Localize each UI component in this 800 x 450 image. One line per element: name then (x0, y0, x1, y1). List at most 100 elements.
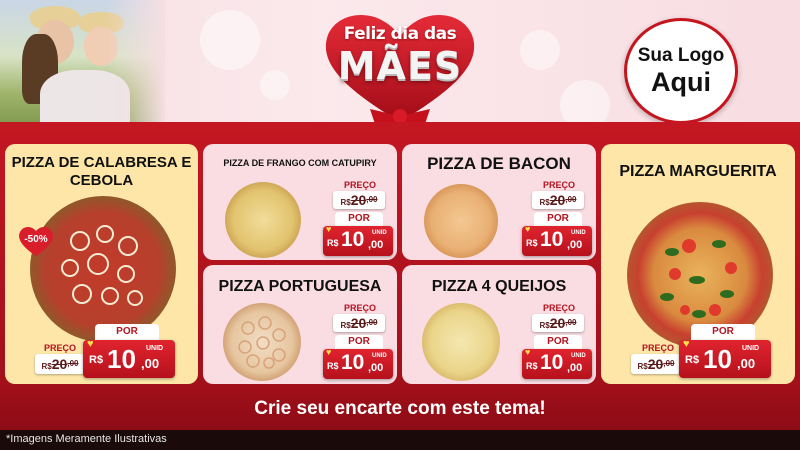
old-price-value: 20 (647, 356, 664, 372)
unit-label: UNID (742, 345, 760, 352)
photo-fade (105, 0, 165, 125)
old-price-label: PREÇO (542, 180, 575, 190)
old-price-currency: R$ (340, 198, 351, 207)
new-price-cents: ,00 (368, 239, 384, 251)
unit-label: UNID (571, 353, 586, 359)
product-card-4-queijos[interactable]: PIZZA 4 QUEIJOS PREÇO R$20,00 POR ♥ R$ 1… (402, 265, 596, 384)
new-price-tag: ♥ R$ 10 UNID ,00 (83, 338, 175, 378)
product-card-bacon[interactable]: PIZZA DE BACON PREÇO R$20,00 POR ♥ R$ 10… (402, 144, 596, 260)
logo-placeholder: Sua Logo Aqui (624, 18, 738, 124)
old-price-currency: R$ (41, 362, 52, 371)
unit-label: UNID (372, 230, 387, 236)
onion-rings-decoration (238, 316, 286, 369)
old-price: R$20,00 (333, 314, 385, 332)
product-name: PIZZA PORTUGUESA (218, 278, 382, 295)
new-price-label: POR (335, 335, 383, 349)
old-price: R$20,00 (631, 354, 681, 374)
new-price-value: 10 (540, 228, 564, 251)
title-line-1: Feliz dia das (343, 24, 457, 44)
product-name: PIZZA MARGUERITA (619, 163, 777, 180)
new-price-tag: ♥ R$ 10 UNID ,00 (323, 224, 393, 256)
new-price-value: 10 (341, 351, 365, 374)
product-card-calabresa[interactable]: PIZZA DE CALABRESA E CEBOLA -50% PREÇO R… (5, 144, 198, 384)
new-price-currency: R$ (327, 361, 339, 371)
unit-label: UNID (372, 353, 387, 359)
old-price: R$20,00 (532, 191, 584, 209)
pizza-image (223, 303, 301, 381)
new-price-cents: ,00 (567, 239, 583, 251)
old-price-label: PREÇO (43, 343, 76, 353)
old-price-value: 20 (51, 356, 68, 372)
pizza-image (225, 182, 301, 258)
new-price-cents: ,00 (368, 362, 384, 374)
old-price-cents: ,00 (366, 318, 378, 327)
logo-line-2: Aqui (651, 67, 711, 97)
pizza-image (424, 184, 498, 258)
new-price-currency: R$ (526, 238, 538, 248)
new-price-tag: ♥ R$ 10 UNID ,00 (679, 338, 771, 378)
new-price-cents: ,00 (141, 356, 160, 371)
old-price-label: PREÇO (343, 303, 376, 313)
new-price-currency: R$ (685, 354, 700, 366)
new-price-tag: ♥ R$ 10 UNID ,00 (522, 347, 592, 379)
product-card-marguerita[interactable]: PIZZA MARGUERITA PREÇO R$20,00 POR ♥ R$ … (601, 144, 795, 384)
bokeh-decoration (260, 70, 290, 100)
old-price-cents: ,00 (663, 359, 675, 368)
heart-icon: ♥ (525, 224, 531, 234)
new-price-label: POR (691, 324, 755, 340)
old-price-cents: ,00 (366, 195, 378, 204)
new-price-label: POR (534, 212, 582, 226)
heart-icon: ♥ (326, 224, 332, 234)
discount-badge: -50% (24, 234, 48, 245)
new-price-currency: R$ (327, 238, 339, 248)
new-price-cents: ,00 (737, 356, 756, 371)
old-price-cents: ,00 (565, 318, 577, 327)
old-price-value: 20 (350, 315, 367, 331)
old-price-label: PREÇO (641, 343, 674, 353)
product-name: PIZZA DE FRANGO COM CATUPIRY (223, 158, 377, 168)
new-price-label: POR (534, 335, 582, 349)
old-price: R$20,00 (35, 354, 85, 374)
new-price-currency: R$ (89, 354, 104, 366)
old-price-currency: R$ (637, 362, 648, 371)
new-price-label: POR (335, 212, 383, 226)
title-line-2: MÃES (337, 44, 463, 88)
disclaimer-bar: *Imagens Meramente Ilustrativas (0, 430, 800, 450)
disclaimer-text: *Imagens Meramente Ilustrativas (6, 433, 167, 445)
old-price-currency: R$ (340, 321, 351, 330)
old-price-label: PREÇO (343, 180, 376, 190)
product-name: PIZZA 4 QUEIJOS (431, 278, 567, 295)
unit-label: UNID (571, 230, 586, 236)
new-price-cents: ,00 (567, 362, 583, 374)
product-name: PIZZA DE BACON (427, 154, 571, 173)
old-price: R$20,00 (532, 314, 584, 332)
new-price-tag: ♥ R$ 10 UNID ,00 (323, 347, 393, 379)
heart-icon: ♥ (525, 347, 531, 357)
old-price-value: 20 (549, 192, 566, 208)
product-card-frango[interactable]: PIZZA DE FRANGO COM CATUPIRY PREÇO R$20,… (203, 144, 397, 260)
pizza-image (30, 196, 176, 342)
logo-line-1: Sua Logo (637, 45, 725, 66)
pizza-image (422, 303, 500, 381)
onion-rings-decoration (61, 225, 143, 306)
mother-daughter-photo (0, 0, 165, 125)
cta-text: Crie seu encarte com este tema! (254, 398, 546, 419)
old-price-currency: R$ (539, 198, 550, 207)
old-price: R$20,00 (333, 191, 385, 209)
old-price-currency: R$ (539, 321, 550, 330)
heart-icon: ♥ (683, 338, 690, 350)
old-price-cents: ,00 (67, 359, 79, 368)
product-card-portuguesa[interactable]: PIZZA PORTUGUESA PREÇO R$20,00 POR ♥ R$ … (203, 265, 397, 384)
heart-icon: ♥ (326, 347, 332, 357)
cta-bar: Crie seu encarte com este tema! (0, 387, 800, 431)
old-price-value: 20 (350, 192, 367, 208)
heart-icon: ♥ (87, 338, 94, 350)
unit-label: UNID (146, 345, 164, 352)
header-banner: Feliz dia das MÃES Sua Logo Aqui (0, 0, 800, 130)
product-name: PIZZA DE CALABRESA E CEBOLA (11, 154, 192, 189)
new-price-currency: R$ (526, 361, 538, 371)
new-price-value: 10 (341, 228, 365, 251)
bokeh-decoration (520, 30, 560, 70)
new-price-value: 10 (703, 344, 732, 374)
old-price-label: PREÇO (542, 303, 575, 313)
